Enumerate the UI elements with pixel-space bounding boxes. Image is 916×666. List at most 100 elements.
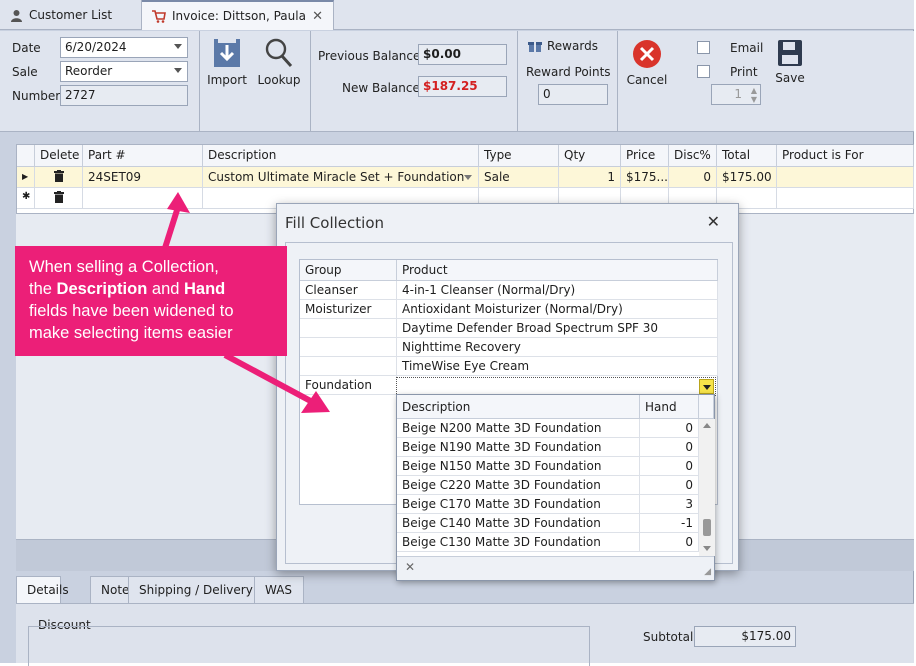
foundation-description: Beige N190 Matte 3D Foundation: [397, 438, 640, 457]
copies-stepper[interactable]: 1 ▲ ▼: [711, 84, 761, 105]
annotation-callout: When selling a Collection, the Descripti…: [15, 246, 287, 356]
new-row-icon: ✱: [17, 188, 35, 209]
print-label: Print: [730, 65, 758, 79]
grid-header[interactable]: Type: [479, 145, 559, 167]
delete-row-button[interactable]: [35, 188, 83, 209]
callout-line: make selecting items easier: [29, 324, 233, 342]
group-cell: [300, 357, 397, 376]
previous-balance-label: Previous Balance: [318, 49, 421, 63]
invoice-toolbar: Date 6/20/2024 Sale Reorder Number 2727 …: [0, 31, 914, 132]
callout-line: the Description and Hand: [29, 278, 273, 300]
discount-cell[interactable]: 0: [669, 167, 717, 188]
product-cell[interactable]: Antioxidant Moisturizer (Normal/Dry): [397, 300, 718, 319]
previous-balance-value: $0.00: [423, 47, 461, 61]
callout-bold-text: Hand: [184, 280, 226, 298]
callout-bold-text: Description: [56, 280, 148, 298]
cancel-button[interactable]: Cancel: [624, 39, 670, 87]
rewards-button[interactable]: Rewards: [528, 39, 598, 53]
date-label: Date: [12, 41, 41, 55]
product-cell[interactable]: Nighttime Recovery: [397, 338, 718, 357]
document-tabs: Customer List Invoice: Dittson, Paula ✕: [0, 0, 914, 30]
callout-line: When selling a Collection,: [29, 258, 219, 276]
tab-label: Invoice: Dittson, Paula: [172, 9, 306, 23]
reward-points-value: 0: [543, 87, 551, 101]
grid-header[interactable]: Price: [621, 145, 669, 167]
cancel-icon: [633, 40, 661, 68]
lookup-button[interactable]: Lookup: [256, 37, 302, 87]
delete-row-button[interactable]: [35, 167, 83, 188]
price-cell[interactable]: $175...: [621, 167, 669, 188]
product-for-cell[interactable]: [777, 188, 914, 209]
product-cell[interactable]: 4-in-1 Cleanser (Normal/Dry): [397, 281, 718, 300]
print-checkbox[interactable]: [697, 65, 710, 78]
group-cell: [300, 319, 397, 338]
cancel-label: Cancel: [626, 73, 668, 87]
import-button[interactable]: Import: [206, 37, 248, 87]
stepper-arrows-icon[interactable]: ▲ ▼: [751, 86, 757, 104]
dropdown-footer: ✕ ◢: [397, 556, 714, 580]
description-cell[interactable]: Custom Ultimate Miracle Set + Foundation: [203, 167, 479, 188]
sale-type-select[interactable]: Reorder: [60, 61, 188, 82]
new-balance-field: $187.25: [418, 76, 507, 97]
rewards-icon: [528, 42, 542, 52]
product-cell[interactable]: TimeWise Eye Cream: [397, 357, 718, 376]
chevron-down-icon[interactable]: [699, 379, 714, 394]
dropdown-header[interactable]: Hand: [640, 395, 699, 419]
lookup-label: Lookup: [257, 73, 301, 87]
callout-text: the: [29, 280, 57, 298]
reward-points-label: Reward Points: [526, 65, 611, 79]
tab-label: Customer List: [29, 8, 113, 22]
discount-group-box: [28, 626, 590, 666]
dropdown-header[interactable]: Description: [397, 395, 640, 419]
grid-header[interactable]: Product is For: [777, 145, 914, 167]
grid-header[interactable]: Delete: [35, 145, 83, 167]
part-number-cell[interactable]: [83, 188, 203, 209]
grid-header[interactable]: Product: [397, 260, 718, 281]
tab-details[interactable]: Details: [16, 576, 69, 604]
save-label: Save: [775, 71, 805, 85]
grid-header[interactable]: Disc%: [669, 145, 717, 167]
product-cell[interactable]: Daytime Defender Broad Spectrum SPF 30: [397, 319, 718, 338]
foundation-hand: 3: [640, 495, 699, 514]
product-for-cell[interactable]: [777, 167, 914, 188]
grid-header[interactable]: Total: [717, 145, 777, 167]
foundation-description: Beige N200 Matte 3D Foundation: [397, 419, 640, 438]
qty-cell[interactable]: 1: [559, 167, 621, 188]
chevron-down-icon[interactable]: [174, 44, 182, 49]
grid-header[interactable]: Group: [300, 260, 397, 281]
tab-was[interactable]: WAS: [254, 576, 304, 604]
trash-icon: [53, 191, 64, 203]
scroll-down-icon[interactable]: [703, 546, 711, 551]
grid-header[interactable]: Qty: [559, 145, 621, 167]
import-label: Import: [207, 73, 247, 87]
cart-icon: [152, 9, 166, 23]
part-number-cell[interactable]: 24SET09: [83, 167, 203, 188]
new-balance-value: $187.25: [423, 79, 478, 93]
group-cell: Moisturizer: [300, 300, 397, 319]
dialog-title: Fill Collection: [285, 214, 385, 232]
foundation-hand: -1: [640, 514, 699, 533]
dropdown-scrollbar[interactable]: [699, 419, 715, 556]
chevron-down-icon[interactable]: [174, 68, 182, 73]
close-icon[interactable]: ✕: [312, 9, 323, 24]
tab-customer-list[interactable]: Customer List: [0, 0, 142, 30]
scroll-thumb[interactable]: [703, 519, 711, 536]
grid-header[interactable]: Description: [203, 145, 479, 167]
sale-label: Sale: [12, 65, 38, 79]
description-value: Custom Ultimate Miracle Set + Foundation: [208, 170, 465, 184]
type-cell[interactable]: Sale: [479, 167, 559, 188]
resize-grip-icon[interactable]: ◢: [704, 567, 711, 577]
tab-invoice[interactable]: Invoice: Dittson, Paula ✕: [142, 0, 334, 30]
clear-icon[interactable]: ✕: [405, 560, 415, 574]
grid-header[interactable]: Part #: [83, 145, 203, 167]
tab-shipping-delivery[interactable]: Shipping / Delivery: [128, 576, 266, 604]
chevron-down-icon[interactable]: [464, 175, 472, 180]
scroll-up-icon[interactable]: [703, 423, 711, 428]
invoice-number-field[interactable]: 2727: [60, 85, 188, 106]
save-button[interactable]: Save: [772, 39, 808, 85]
group-cell: [300, 338, 397, 357]
divider: [517, 31, 518, 131]
email-checkbox[interactable]: [697, 41, 710, 54]
date-field[interactable]: 6/20/2024: [60, 37, 188, 58]
close-icon[interactable]: ✕: [707, 212, 720, 231]
